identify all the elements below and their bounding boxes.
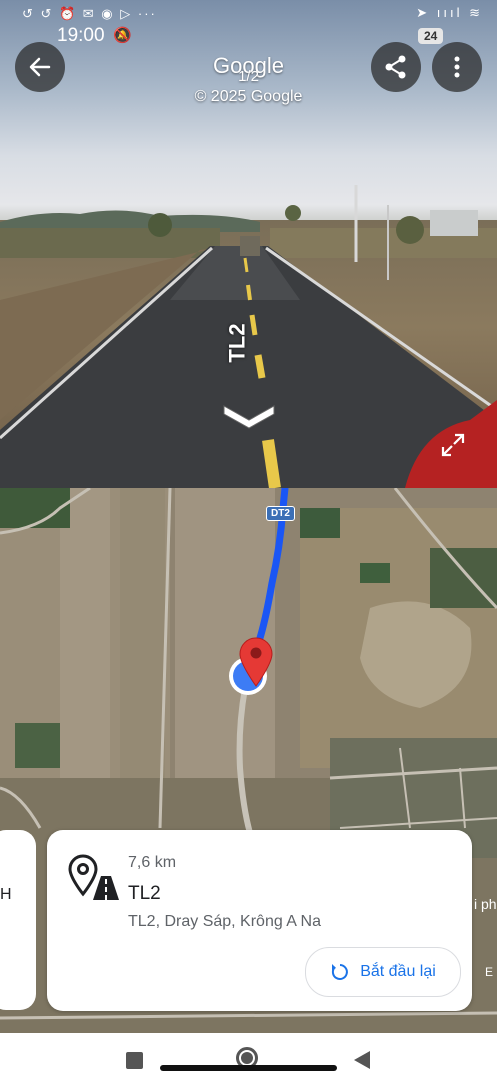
system-icons: ➤ ıııl ≋	[416, 5, 483, 20]
map-label-partial: i ph	[474, 896, 497, 912]
restart-button[interactable]: Bắt đầu lại	[305, 947, 461, 997]
map-label-partial-2: E	[485, 965, 494, 979]
system-navigation-bar	[0, 1033, 497, 1080]
chevron-icon[interactable]	[220, 400, 278, 430]
expand-icon[interactable]	[440, 432, 466, 458]
back-triangle-icon[interactable]	[353, 1050, 371, 1070]
gesture-handle[interactable]	[160, 1065, 337, 1071]
restart-icon	[332, 964, 349, 980]
restart-label: Bắt đầu lại	[360, 963, 436, 980]
more-vert-icon	[454, 56, 460, 78]
home-button-dot	[241, 1052, 253, 1064]
place-address: TL2, Dray Sáp, Krông A Na	[128, 913, 321, 930]
share-icon	[385, 55, 406, 79]
previous-card-text: H	[0, 886, 12, 903]
previous-place-card[interactable]: H	[0, 830, 36, 1010]
recent-apps-button[interactable]	[126, 1052, 143, 1069]
more-options-button[interactable]	[432, 42, 482, 92]
copyright-text: © 2025 Google	[194, 88, 303, 105]
place-card[interactable]: 7,6 km TL2 TL2, Dray Sáp, Krông A Na Bắt…	[47, 830, 472, 1011]
route-shield: DT2	[266, 506, 295, 521]
location-road-icon	[68, 854, 119, 900]
mute-icon: 🔕	[113, 27, 132, 44]
distance-text: 7,6 km	[128, 854, 177, 871]
place-name: TL2	[128, 883, 161, 904]
share-button[interactable]	[371, 42, 421, 92]
image-counter: 1/2	[238, 68, 259, 85]
battery-indicator: 24	[418, 28, 444, 44]
notification-icons: ↺ ↺ ⏰ ✉ ◉ ▷ ···	[22, 6, 157, 21]
road-name-label: TL2	[224, 323, 250, 363]
clock: 19:00	[57, 25, 105, 46]
